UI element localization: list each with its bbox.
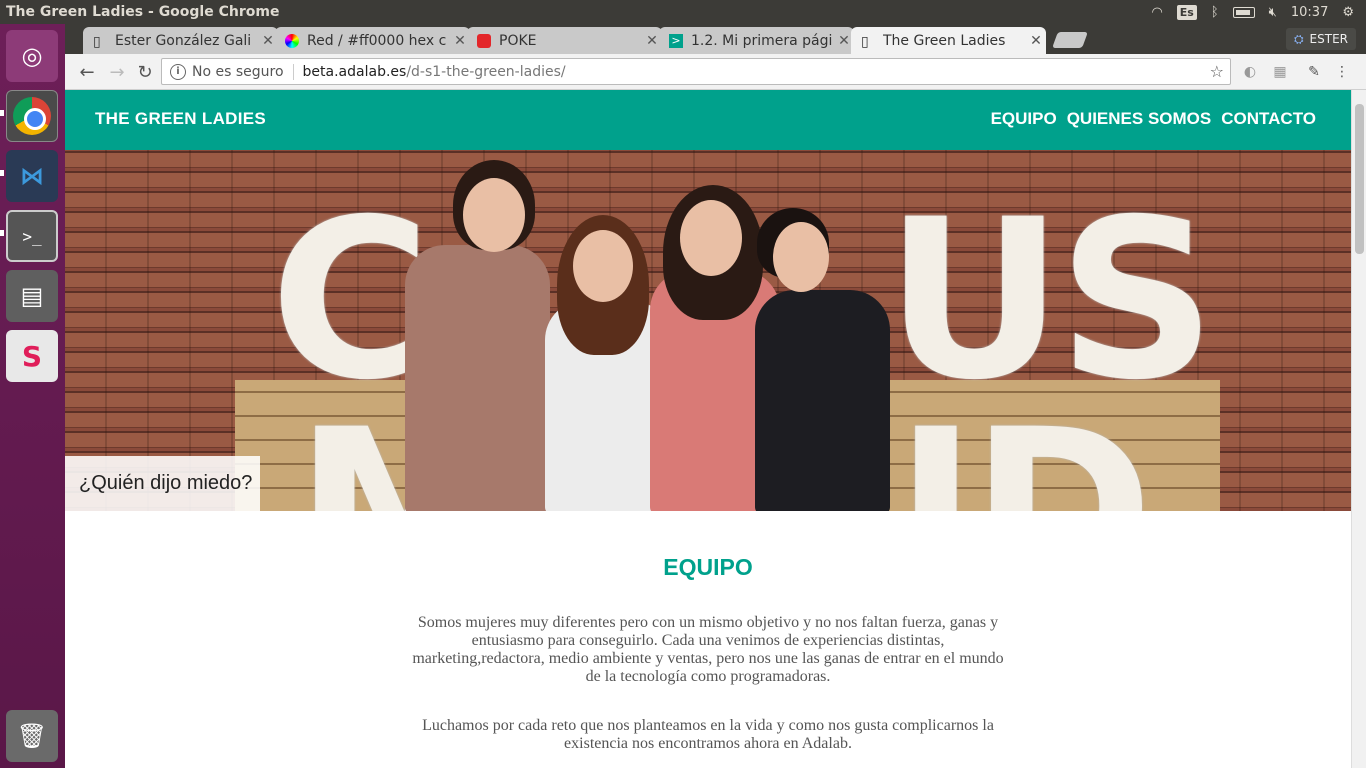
keyboard-layout-indicator[interactable]: Es <box>1176 4 1197 20</box>
person-face <box>463 178 525 252</box>
chrome-icon[interactable] <box>6 90 58 142</box>
slack-icon[interactable]: S <box>6 330 58 382</box>
reload-icon[interactable]: ↻ <box>133 60 157 84</box>
window-title: The Green Ladies - Google Chrome <box>6 4 280 20</box>
person-face <box>573 230 633 302</box>
back-arrow-icon[interactable]: ← <box>75 60 99 84</box>
site-nav: EQUIPO QUIENES SOMOS CONTACTO <box>991 109 1316 129</box>
bluetooth-icon[interactable]: ᛒ <box>1211 5 1219 20</box>
address-bar[interactable]: i No es seguro beta.adalab.es/d-s1-the-g… <box>161 58 1231 85</box>
person-figure <box>755 290 890 511</box>
section-title: EQUIPO <box>663 554 753 580</box>
battery-icon[interactable] <box>1232 6 1255 18</box>
team-paragraph: Luchamos por cada reto que nos planteamo… <box>422 717 994 752</box>
nav-link-equipo[interactable]: EQUIPO <box>991 109 1057 129</box>
running-indicator <box>0 230 4 236</box>
close-icon[interactable]: ✕ <box>1026 33 1046 49</box>
nav-link-quienes-somos[interactable]: QUIENES SOMOS <box>1067 109 1212 129</box>
page-icon: ▯ <box>861 33 869 50</box>
url-path: /d-s1-the-green-ladies/ <box>406 63 566 80</box>
running-indicator <box>0 110 4 116</box>
tab-label: The Green Ladies <box>883 32 1006 49</box>
browser-tab-active[interactable]: ▯ The Green Ladies ✕ <box>851 27 1046 54</box>
marquee-letter: ID <box>895 382 1153 511</box>
profile-name: ESTER <box>1309 32 1348 46</box>
browser-toolbar: ← → ↻ i No es seguro beta.adalab.es/d-s1… <box>65 54 1366 90</box>
browser-tab-strip: ▯ Ester González Gali ✕ Red / #ff0000 he… <box>65 24 1366 54</box>
wifi-icon[interactable]: ◠ <box>1151 5 1162 20</box>
user-icon: ⛭ <box>1293 31 1304 46</box>
launcher: ◎ ⋈ >_ ▤ S 🗑︎ <box>0 24 65 768</box>
person-face <box>680 200 742 276</box>
forward-arrow-icon[interactable]: → <box>105 60 129 84</box>
running-indicator <box>0 170 4 176</box>
pokemon-icon <box>477 33 491 48</box>
menu-icon[interactable]: ⋮ <box>1333 63 1351 81</box>
tab-label: Red / #ff0000 hex c <box>307 32 447 49</box>
browser-tab[interactable]: Red / #ff0000 hex c ✕ <box>275 27 470 54</box>
url-host: beta.adalab.es <box>302 63 407 80</box>
system-top-bar: The Green Ladies - Google Chrome ◠ Es ᛒ … <box>0 0 1366 24</box>
tab-label: 1.2. Mi primera pági <box>691 32 833 49</box>
vscode-icon[interactable]: ⋈ <box>6 150 58 202</box>
terminal-icon[interactable]: >_ <box>6 210 58 262</box>
system-tray: ◠ Es ᛒ 🔇︎ 10:37 ⚙ <box>1151 0 1366 24</box>
page-icon: ▯ <box>93 33 101 50</box>
ubuntu-dash-icon[interactable]: ◎ <box>6 30 58 82</box>
tab-label: POKE <box>499 32 537 49</box>
profile-button[interactable]: ⛭ ESTER <box>1285 28 1356 50</box>
scrollbar-thumb[interactable] <box>1355 104 1364 254</box>
person-face <box>773 222 829 292</box>
info-icon[interactable]: i <box>170 63 186 80</box>
trash-icon[interactable]: 🗑︎ <box>6 710 58 762</box>
marquee-letter: C <box>270 172 431 428</box>
hero-image: C US M ID ¿Quién dijo miedo? <box>65 150 1351 511</box>
site-logo[interactable]: THE GREEN LADIES <box>95 109 266 129</box>
settings-gear-icon[interactable]: ⚙ <box>1342 5 1354 20</box>
volume-muted-icon[interactable]: 🔇︎ <box>1269 5 1277 20</box>
browser-tab[interactable]: POKE ✕ <box>467 27 662 54</box>
browser-tab[interactable]: ▯ Ester González Gali ✕ <box>83 27 278 54</box>
color-hex-icon <box>285 33 299 48</box>
code-icon: > <box>669 33 683 48</box>
nav-link-contacto[interactable]: CONTACTO <box>1221 109 1316 129</box>
extension-icon[interactable]: ▦ <box>1271 63 1289 81</box>
clock[interactable]: 10:37 <box>1291 5 1328 20</box>
web-page: THE GREEN LADIES EQUIPO QUIENES SOMOS CO… <box>65 90 1351 768</box>
person-figure <box>405 245 550 511</box>
extension-icon[interactable]: ◐ <box>1241 63 1259 81</box>
divider <box>292 63 294 80</box>
marquee-letter: US <box>885 172 1216 428</box>
hero-caption: ¿Quién dijo miedo? <box>65 456 260 511</box>
new-tab-button[interactable] <box>1052 32 1088 48</box>
security-status[interactable]: No es seguro <box>192 64 284 80</box>
browser-tab[interactable]: > 1.2. Mi primera pági ✕ <box>659 27 854 54</box>
page-scrollbar[interactable] <box>1351 90 1366 768</box>
bookmark-star-icon[interactable]: ☆ <box>1210 62 1224 81</box>
chrome-logo-icon <box>13 97 51 135</box>
files-icon[interactable]: ▤ <box>6 270 58 322</box>
eyedropper-extension-icon[interactable]: ✎ <box>1305 63 1323 81</box>
site-header: THE GREEN LADIES EQUIPO QUIENES SOMOS CO… <box>65 90 1351 150</box>
tab-label: Ester González Gali <box>115 32 252 49</box>
team-paragraph: Somos mujeres muy diferentes pero con un… <box>412 614 1004 685</box>
